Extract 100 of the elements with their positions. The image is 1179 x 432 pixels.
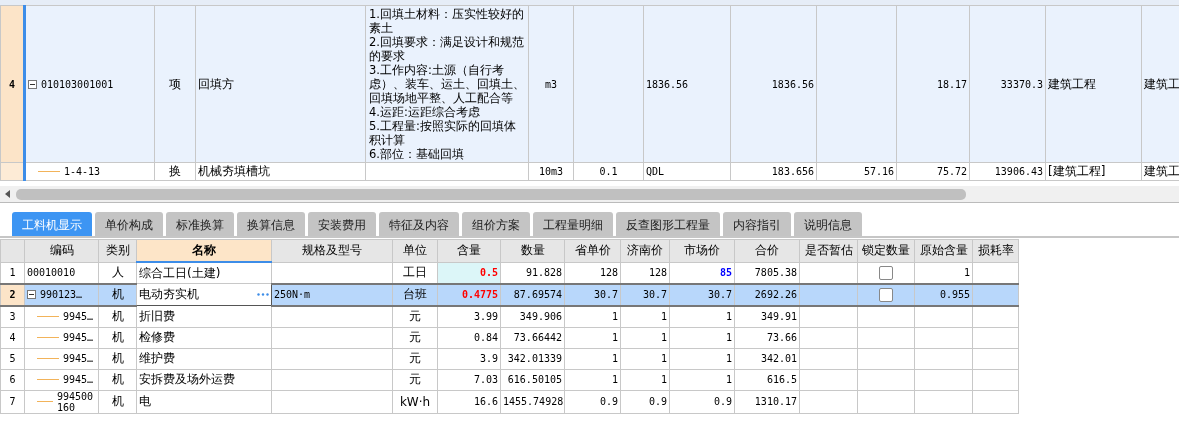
amount-value: 87.69574 <box>513 289 562 300</box>
amount-value: 91.828 <box>525 267 562 278</box>
amount-value: 342.01339 <box>507 353 562 364</box>
market-price: 1 <box>725 353 732 364</box>
column-header[interactable]: 合价 <box>734 239 800 262</box>
row-number: 6 <box>9 374 16 385</box>
row-number: 4 <box>9 78 15 90</box>
tab[interactable]: 说明信息 <box>794 212 862 236</box>
horizontal-scrollbar[interactable] <box>0 186 1179 203</box>
tab[interactable]: 换算信息 <box>237 212 305 236</box>
amount-value: 73.66442 <box>513 332 562 343</box>
column-header[interactable]: 市场价 <box>669 239 735 262</box>
column-header[interactable]: 规格及型号 <box>271 239 393 262</box>
table-row[interactable]: 4 010103001001 项 回填方 1.回填土材料：压实性较好的素土 2.回填要求：满足设计和规范的要求 3.工作内容:土源（自行考虑）、装车、运土、回填土、回填场地平整、人工配合等 4.运距:运距综合考虑 5.工程量:按照实际的回填体积计算 6.部位：基础回填 m3 1836.56 1836.56 18.17 33370.3 建筑工程 建筑工 <box>0 5 1179 163</box>
quantity-value: 0.4775 <box>461 289 498 300</box>
column-header[interactable]: 名称 <box>136 239 272 262</box>
resource-name: 电动夯实机 <box>139 286 199 303</box>
column-header[interactable]: 单位 <box>392 239 438 262</box>
column-header[interactable]: 数量 <box>500 239 565 262</box>
table-cell: 建筑工 <box>1144 76 1179 91</box>
resource-code: 9945… <box>63 332 94 343</box>
resource-code: 994500160 <box>56 391 94 412</box>
amount-value: 616.50105 <box>507 374 562 385</box>
total-price: 73.66 <box>766 332 797 343</box>
tab[interactable]: 反查图形工程量 <box>616 212 720 236</box>
province-price: 30.7 <box>593 289 618 300</box>
scroll-left-icon[interactable] <box>4 190 12 198</box>
resource-unit: 元 <box>409 330 421 344</box>
quantity-value: 3.9 <box>479 353 498 364</box>
resource-code: 9945… <box>63 374 94 385</box>
table-cell: [建筑工程] <box>1048 164 1106 178</box>
quantity-value: 0.5 <box>479 267 498 278</box>
item-name: 回填方 <box>198 76 234 91</box>
tab[interactable]: 特征及内容 <box>379 212 459 236</box>
resource-unit: 台班 <box>403 287 427 301</box>
jinan-price: 128 <box>648 267 667 278</box>
table-cell: 183.656 <box>771 166 814 177</box>
table-cell: 建筑工 <box>1144 164 1179 178</box>
resource-category: 机 <box>111 394 124 408</box>
quantity-value: 16.6 <box>473 396 498 407</box>
tab[interactable]: 安装费用 <box>308 212 376 236</box>
resource-unit: 元 <box>409 309 421 323</box>
column-header[interactable]: 损耗率 <box>972 239 1019 262</box>
column-header[interactable]: 锁定数量 <box>857 239 915 262</box>
total-price: 7805.38 <box>754 267 797 278</box>
resource-unit: 元 <box>409 372 421 386</box>
resource-code: 9945… <box>63 311 94 322</box>
column-header[interactable]: 编码 <box>24 239 99 262</box>
column-header[interactable]: 含量 <box>437 239 501 262</box>
resource-category: 机 <box>111 309 124 323</box>
tab[interactable]: 内容指引 <box>723 212 791 236</box>
resource-name: 检修费 <box>139 330 175 344</box>
total-price: 616.5 <box>766 374 797 385</box>
resource-unit: 元 <box>409 351 421 365</box>
resource-name: 安拆费及场外运费 <box>139 372 235 386</box>
column-header[interactable]: 类别 <box>98 239 137 262</box>
column-header[interactable]: 是否暂估 <box>799 239 858 262</box>
province-price: 1 <box>611 374 618 385</box>
table-cell: 57.16 <box>863 166 894 177</box>
tab[interactable]: 组价方案 <box>462 212 530 236</box>
quantity-value: 0.84 <box>473 332 498 343</box>
column-header[interactable]: 原始含量 <box>914 239 973 262</box>
jinan-price: 1 <box>660 374 667 385</box>
province-price: 128 <box>599 267 618 278</box>
resource-unit: kW·h <box>399 394 431 409</box>
table-cell: 建筑工程 <box>1048 76 1096 91</box>
resource-name: 维护费 <box>139 351 175 365</box>
resource-category: 机 <box>111 351 124 365</box>
item-unit: 10m3 <box>538 166 564 177</box>
column-header[interactable]: 济南价 <box>620 239 670 262</box>
table-cell: 75.72 <box>936 166 967 177</box>
tab[interactable]: 标准换算 <box>166 212 234 236</box>
item-features: 1.回填土材料：压实性较好的素土 2.回填要求：满足设计和规范的要求 3.工作内容:土源（自行考虑）、装车、运土、回填土、回填场地平整、人工配合等 4.运距:运距综合考虑 5.工程量:按照实际的回填体积计算 6.部位：基础回填 <box>369 7 525 161</box>
collapse-icon[interactable] <box>27 290 36 299</box>
jinan-price: 30.7 <box>642 289 667 300</box>
lock-checkbox[interactable] <box>879 287 893 302</box>
province-price: 1 <box>611 311 618 322</box>
resource-name: 电 <box>139 394 151 408</box>
table-row[interactable]: 1-4-13 换 机械夯填槽坑 10m3 0.1 QDL 183.656 57.16 75.72 13906.43 [建筑工程] 建筑工 <box>0 162 1179 181</box>
jinan-price: 1 <box>660 353 667 364</box>
table-cell: 0.1 <box>599 166 618 177</box>
collapse-icon[interactable] <box>28 79 37 89</box>
table-cell: 1836.56 <box>646 78 689 90</box>
row-number: 7 <box>9 396 16 407</box>
lock-checkbox[interactable] <box>879 265 893 280</box>
total-price: 349.91 <box>760 311 797 322</box>
jinan-price: 0.9 <box>648 396 667 407</box>
market-price: 1 <box>725 332 732 343</box>
total-price: 342.01 <box>760 353 797 364</box>
market-price: 30.7 <box>707 289 732 300</box>
jinan-price: 1 <box>660 332 667 343</box>
table-cell: 18.17 <box>936 78 967 90</box>
tab[interactable]: 单价构成 <box>95 212 163 236</box>
item-unit: m3 <box>544 78 557 90</box>
column-header[interactable]: 省单价 <box>564 239 621 262</box>
tab[interactable]: 工程量明细 <box>533 212 613 236</box>
more-icon[interactable] <box>257 293 269 296</box>
total-price: 2692.26 <box>754 289 797 300</box>
item-name: 机械夯填槽坑 <box>198 164 270 178</box>
quantity-value: 7.03 <box>473 374 498 385</box>
